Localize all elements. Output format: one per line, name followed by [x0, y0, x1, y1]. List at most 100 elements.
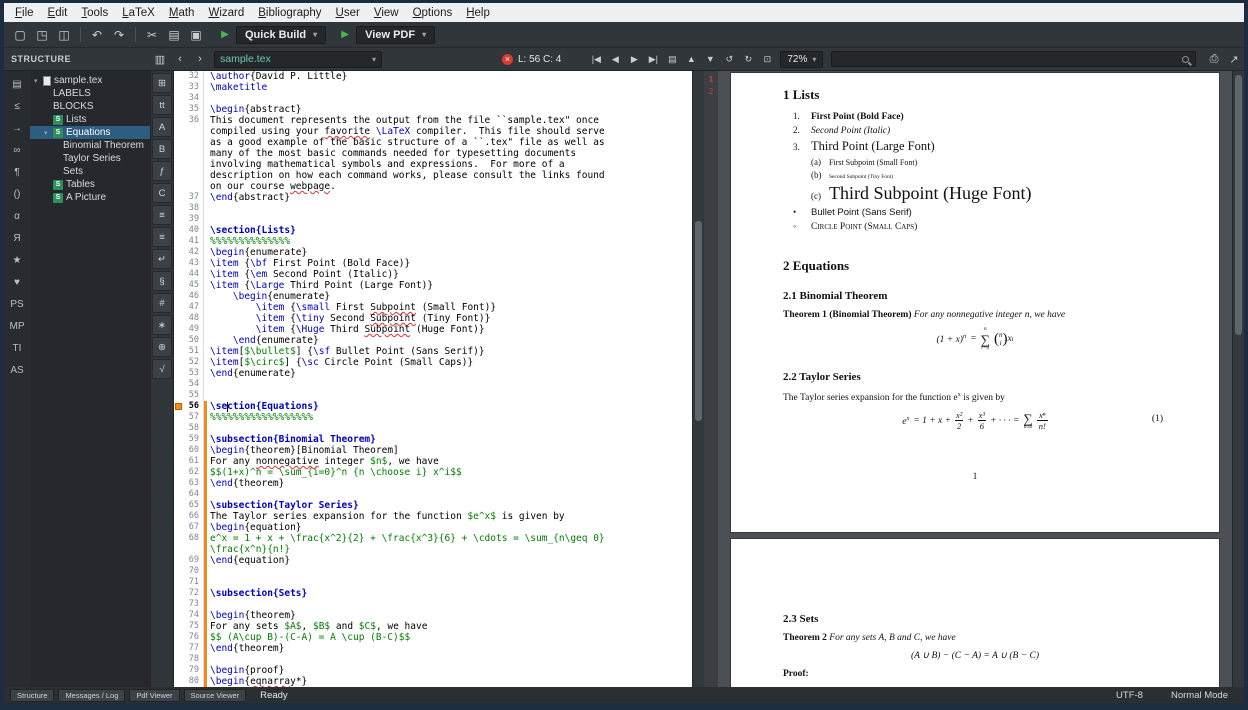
save-button[interactable]: ◫: [54, 25, 74, 45]
structure-item-tables[interactable]: STables: [30, 178, 150, 191]
structure-item-sets[interactable]: Sets: [30, 165, 150, 178]
structure-item-blocks[interactable]: BLOCKS: [30, 100, 150, 113]
structure-item-taylor-series[interactable]: Taylor Series: [30, 152, 150, 165]
menu-edit[interactable]: Edit: [41, 5, 75, 21]
pdf-scrollbar-thumb[interactable]: [1235, 75, 1242, 335]
undo-button[interactable]: ↶: [87, 25, 107, 45]
structure-item-binomial-theorem[interactable]: Binomial Theorem: [30, 139, 150, 152]
matrix-button[interactable]: #: [152, 293, 172, 313]
menu-view[interactable]: View: [367, 5, 406, 21]
new-file-button[interactable]: ▢: [10, 25, 30, 45]
previous-page-button[interactable]: ◀: [606, 50, 624, 68]
newline-button[interactable]: ↵: [152, 249, 172, 269]
scroll-down-button[interactable]: ▼: [701, 50, 719, 68]
print-button[interactable]: ⎙: [1204, 49, 1224, 69]
line-number: 32: [189, 71, 199, 81]
arrow-symbols-tab-button[interactable]: →: [6, 118, 28, 138]
wizard-button[interactable]: ⊞: [152, 73, 172, 93]
open-folder-button[interactable]: ◳: [32, 25, 52, 45]
gutter-line: 77: [174, 643, 203, 654]
editor-scrollbar[interactable]: [692, 71, 704, 687]
section-button[interactable]: §: [152, 271, 172, 291]
structure-item-lists[interactable]: SLists: [30, 113, 150, 126]
menu-wizard[interactable]: Wizard: [201, 5, 251, 21]
view-pdf-run-button[interactable]: ▶: [336, 26, 354, 44]
most-used-tab-button[interactable]: ★: [6, 250, 28, 270]
cut-button[interactable]: ✂: [142, 25, 162, 45]
view-pdf-combo[interactable]: View PDF ▾: [356, 26, 435, 44]
zoom-combo[interactable]: 72% ▾: [780, 51, 823, 68]
misc-math-tab-button[interactable]: ∞: [6, 140, 28, 160]
font-button[interactable]: A: [152, 117, 172, 137]
paste-button[interactable]: ▣: [186, 25, 206, 45]
metapost-tab-button[interactable]: MP: [6, 316, 28, 336]
misc-symbol-button[interactable]: ∗: [152, 315, 172, 335]
panel-toggle-messages-log[interactable]: Messages / Log: [58, 689, 125, 702]
math-mode-button[interactable]: ƒ: [152, 161, 172, 181]
menu-file[interactable]: File: [8, 5, 41, 21]
pdf-list-item: •Bullet Point (Sans Serif): [783, 207, 1167, 218]
external-viewer-button[interactable]: ↗: [1224, 49, 1244, 69]
greek-letters-tab-button[interactable]: α: [6, 206, 28, 226]
insert-button[interactable]: ⊕: [152, 337, 172, 357]
menu-tools[interactable]: Tools: [74, 5, 115, 21]
structure-tab-button[interactable]: ▤: [6, 74, 28, 94]
toggle-panel-button[interactable]: ▥: [150, 49, 170, 69]
panel-toggle-source-viewer[interactable]: Source Viewer: [184, 689, 247, 702]
delimiters-tab-button[interactable]: (): [6, 184, 28, 204]
panel-toggle-structure[interactable]: Structure: [10, 689, 54, 702]
typewriter-button[interactable]: tt: [152, 95, 172, 115]
menu-user[interactable]: User: [329, 5, 367, 21]
misc-text-tab-button[interactable]: ¶: [6, 162, 28, 182]
favourites-tab-button[interactable]: ♥: [6, 272, 28, 292]
redo-button[interactable]: ↷: [109, 25, 129, 45]
structure-item-sample-tex[interactable]: ▾sample.tex: [30, 74, 150, 87]
structure-item-a-picture[interactable]: SA Picture: [30, 191, 150, 204]
tikz-tab-button[interactable]: TI: [6, 338, 28, 358]
cyrillic-tab-button[interactable]: Я: [6, 228, 28, 248]
menu-math[interactable]: Math: [162, 5, 202, 21]
pdf-scrollbar[interactable]: [1232, 71, 1244, 687]
structure-item-labels[interactable]: LABELS: [30, 87, 150, 100]
search-icon[interactable]: [1182, 56, 1189, 63]
panel-toggle-pdf-viewer[interactable]: Pdf Viewer: [129, 689, 179, 702]
gutter-line: 54: [174, 379, 203, 390]
rotate-right-button[interactable]: ↻: [739, 50, 757, 68]
fit-page-button[interactable]: ⊡: [758, 50, 776, 68]
search-input[interactable]: [832, 52, 1182, 66]
first-page-button[interactable]: |◀: [587, 50, 605, 68]
quick-build-combo[interactable]: Quick Build ▾: [236, 26, 326, 44]
color-button[interactable]: C: [152, 183, 172, 203]
editor-scrollbar-thumb[interactable]: [695, 221, 702, 421]
code-area[interactable]: \author{David P. Little}\maketitle\begin…: [204, 71, 692, 687]
error-icon[interactable]: ×: [502, 54, 513, 65]
asymptote-tab-button[interactable]: AS: [6, 360, 28, 380]
relation-symbols-tab-button[interactable]: ≤: [6, 96, 28, 116]
pstricks-tab-button[interactable]: PS: [6, 294, 28, 314]
pdf-page-link-2[interactable]: 2: [704, 86, 718, 98]
copy-button[interactable]: ▤: [164, 25, 184, 45]
code-line: \end{enumerate}: [204, 335, 692, 346]
menu-options[interactable]: Options: [406, 5, 460, 21]
structure-item-equations[interactable]: ▾SEquations: [30, 126, 150, 139]
menu-bibliography[interactable]: Bibliography: [251, 5, 328, 21]
continuous-view-button[interactable]: ▤: [663, 50, 681, 68]
sqrt-button[interactable]: √: [152, 359, 172, 379]
pdf-page-link-1[interactable]: 1: [704, 74, 718, 86]
bold-button[interactable]: B: [152, 139, 172, 159]
quick-build-run-button[interactable]: ▶: [216, 26, 234, 44]
rotate-left-button[interactable]: ↺: [720, 50, 738, 68]
scroll-up-button[interactable]: ▲: [682, 50, 700, 68]
menu-latex[interactable]: LaTeX: [115, 5, 162, 21]
pdf-viewport[interactable]: 1 Lists 1.First Point (Bold Face)2.Secon…: [718, 71, 1232, 687]
last-page-button[interactable]: ▶|: [644, 50, 662, 68]
enumerate-button[interactable]: ≡: [152, 227, 172, 247]
gutter-line: 74: [174, 610, 203, 621]
previous-document-button[interactable]: ‹: [170, 49, 190, 69]
menu-help[interactable]: Help: [459, 5, 497, 21]
itemize-button[interactable]: ≡: [152, 205, 172, 225]
code-line: on our course webpage.: [204, 181, 692, 192]
open-file-combo[interactable]: sample.tex ▾: [214, 51, 382, 68]
next-document-button[interactable]: ›: [190, 49, 210, 69]
next-page-button[interactable]: ▶: [625, 50, 643, 68]
